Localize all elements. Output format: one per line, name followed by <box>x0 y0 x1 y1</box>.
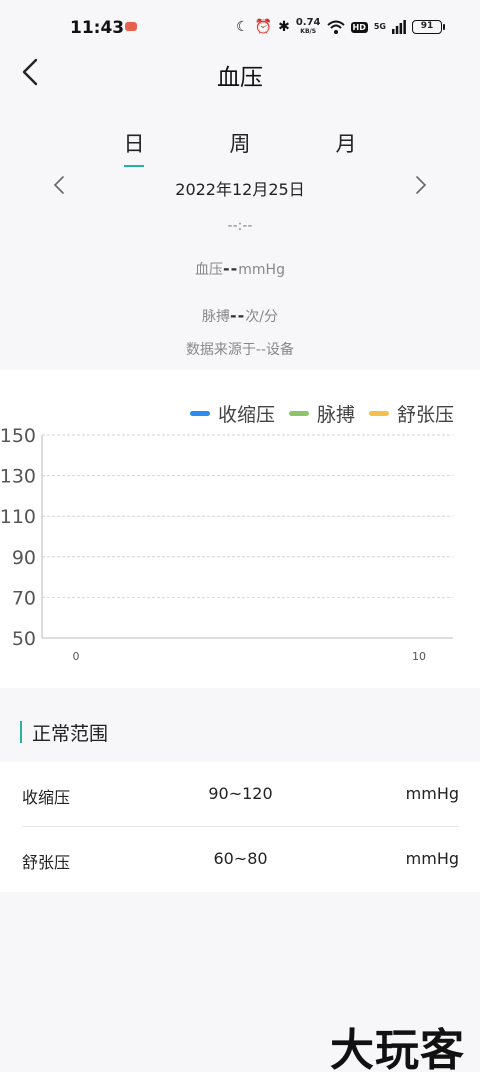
game-icon <box>125 22 137 31</box>
range-value: 90~120 <box>208 784 273 803</box>
status-bar: 11:43 ☾ ⏰ ✱ 0.74 KB/S HD 5G 91 <box>0 0 480 56</box>
x-tick-label: 10 <box>412 650 426 663</box>
battery-icon: 91 <box>412 20 445 34</box>
range-unit: mmHg <box>405 849 459 868</box>
range-row-systolic: 收缩压 90~120 mmHg <box>22 762 459 827</box>
chart-plot: 150 130 110 90 70 50 0 10 <box>0 425 453 663</box>
y-tick-label: 150 <box>0 425 36 447</box>
moon-icon: ☾ <box>236 19 249 35</box>
range-unit: mmHg <box>405 784 459 803</box>
status-time: 11:43 <box>70 18 125 38</box>
hd-badge: HD <box>350 21 368 33</box>
date-label: 2022年12月25日 <box>175 180 305 199</box>
x-tick-label: 0 <box>73 650 80 663</box>
page-title: 血压 <box>217 65 263 91</box>
signal-5g: 5G <box>373 22 386 31</box>
active-tab-indicator <box>124 165 144 167</box>
normal-range-header: 正常范围 <box>0 708 480 762</box>
chart-card: 收缩压 脉搏 舒张压 150 130 110 90 70 50 0 10 <box>0 370 480 688</box>
signal-icon <box>392 20 406 34</box>
watermark: 大玩客 <box>330 1025 465 1072</box>
range-row-diastolic: 舒张压 60~80 mmHg <box>22 827 459 892</box>
normal-range-title: 正常范围 <box>32 723 109 745</box>
y-tick-label: 130 <box>0 466 36 488</box>
measure-time: --:-- <box>227 218 253 234</box>
next-date-button[interactable] <box>412 174 430 196</box>
alarm-icon: ⏰ <box>254 19 273 35</box>
y-tick-label: 50 <box>12 628 36 650</box>
tab-month[interactable]: 月 <box>326 128 366 158</box>
y-tick-label: 90 <box>12 547 36 569</box>
y-tick-label: 70 <box>12 587 36 609</box>
pulse-reading: 脉搏--次/分 <box>202 306 278 325</box>
normal-range-table: 收缩压 90~120 mmHg 舒张压 60~80 mmHg <box>0 762 480 892</box>
bluetooth-icon: ✱ <box>278 19 290 35</box>
net-speed: 0.74 KB/S <box>295 17 321 36</box>
blood-pressure-reading: 血压--mmHg <box>195 259 285 278</box>
wifi-icon <box>326 20 345 34</box>
status-icons: ☾ ⏰ ✱ 0.74 KB/S HD 5G 91 <box>236 16 445 38</box>
tab-day[interactable]: 日 <box>114 128 154 158</box>
range-value: 60~80 <box>213 849 268 868</box>
tab-week[interactable]: 周 <box>220 128 260 158</box>
section-accent-bar <box>20 721 22 743</box>
data-source: 数据来源于--设备 <box>185 342 295 358</box>
y-tick-label: 110 <box>0 506 36 528</box>
